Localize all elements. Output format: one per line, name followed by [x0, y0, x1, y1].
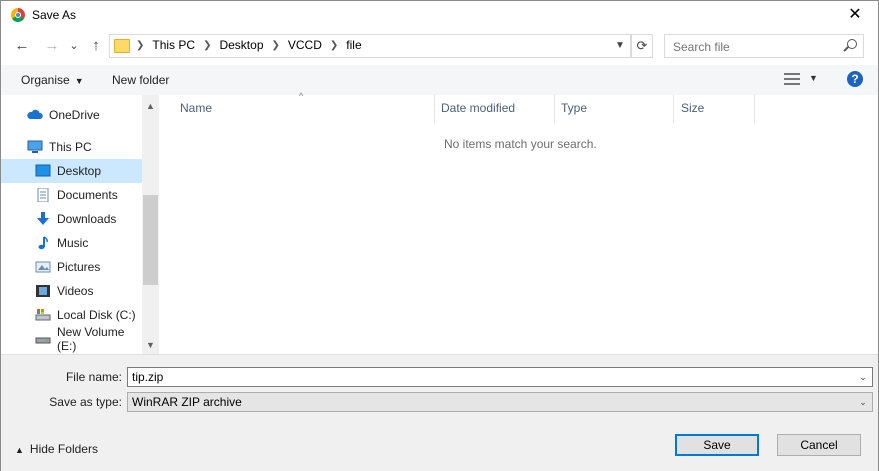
- column-header-type[interactable]: Type: [561, 101, 587, 125]
- sidebar-item-new-volume-e[interactable]: New Volume (E:): [1, 325, 142, 353]
- sidebar-item-label: Local Disk (C:): [57, 308, 136, 322]
- cancel-button[interactable]: Cancel: [777, 434, 861, 456]
- caret-down-icon[interactable]: ▼: [809, 73, 818, 83]
- music-icon: [35, 236, 51, 250]
- new-folder-button[interactable]: New folder: [112, 73, 169, 87]
- download-icon: [35, 212, 51, 226]
- column-header-name[interactable]: Name: [180, 101, 212, 125]
- chrome-icon: [11, 8, 25, 22]
- save-button[interactable]: Save: [675, 434, 759, 456]
- back-button[interactable]: ←: [13, 37, 31, 54]
- window-title: Save As: [32, 8, 77, 22]
- address-bar[interactable]: ❯ This PC ❯ Desktop ❯ VCCD ❯ file ▼: [109, 34, 631, 58]
- scroll-down-icon[interactable]: ▼: [142, 338, 159, 352]
- sidebar-item-label: OneDrive: [49, 108, 100, 122]
- local-disk-icon: [35, 308, 51, 322]
- refresh-button[interactable]: ⟳: [631, 34, 653, 58]
- help-icon[interactable]: ?: [847, 71, 863, 87]
- sidebar-item-label: This PC: [49, 140, 92, 154]
- desktop-icon: [35, 164, 51, 178]
- sidebar-item-desktop[interactable]: Desktop: [1, 159, 142, 183]
- save-as-type-label: Save as type:: [49, 395, 122, 409]
- sidebar-item-label: Videos: [57, 284, 94, 298]
- breadcrumb: ❯ This PC ❯ Desktop ❯ VCCD ❯ file: [136, 38, 362, 52]
- documents-icon: [35, 187, 51, 203]
- breadcrumb-file[interactable]: file: [346, 38, 361, 52]
- file-name-value: tip.zip: [132, 370, 164, 384]
- sidebar-item-label: Pictures: [57, 260, 101, 274]
- save-options-panel: File name: tip.zip ⌄ Save as type: WinRA…: [1, 354, 878, 471]
- hide-folders-label: Hide Folders: [29, 442, 98, 456]
- sidebar-item-label: Music: [57, 236, 89, 250]
- sidebar-item-music[interactable]: Music: [1, 231, 142, 255]
- column-divider[interactable]: [554, 95, 555, 123]
- drive-icon: [35, 332, 51, 346]
- chevron-down-icon[interactable]: ⌄: [854, 368, 872, 386]
- search-input[interactable]: [671, 38, 845, 56]
- scrollbar-thumb[interactable]: [143, 195, 158, 285]
- chevron-right-icon: ❯: [136, 39, 145, 51]
- sidebar-item-label: Desktop: [57, 164, 102, 178]
- organise-label: Organise: [21, 73, 70, 87]
- breadcrumb-this-pc[interactable]: This PC: [152, 38, 195, 52]
- caret-down-icon: ▼: [74, 76, 84, 86]
- view-options-icon[interactable]: [784, 73, 800, 85]
- sidebar-item-downloads[interactable]: Downloads: [1, 207, 142, 231]
- chevron-right-icon[interactable]: ❯: [330, 40, 338, 51]
- column-divider[interactable]: [434, 95, 435, 123]
- cloud-icon: [27, 108, 43, 122]
- sidebar-item-label: Documents: [57, 188, 118, 202]
- save-as-type-select[interactable]: WinRAR ZIP archive ⌄: [127, 392, 873, 412]
- up-button[interactable]: ↑: [87, 37, 105, 54]
- chevron-right-icon[interactable]: ❯: [272, 40, 280, 51]
- chevron-down-icon[interactable]: ⌄: [854, 393, 872, 411]
- column-header-size[interactable]: Size: [681, 101, 704, 125]
- pictures-icon: [35, 260, 51, 274]
- file-name-label: File name:: [65, 370, 122, 384]
- save-as-dialog: Save As ✕ ← → ⌄ ↑ ❯ This PC ❯ Desktop ❯ …: [0, 0, 879, 471]
- organise-button[interactable]: Organise ▼: [21, 73, 84, 87]
- column-divider[interactable]: [754, 95, 755, 123]
- computer-icon: [27, 140, 43, 154]
- videos-icon: [35, 284, 51, 298]
- hide-folders-button[interactable]: ▲ Hide Folders: [15, 442, 98, 456]
- chevron-down-icon[interactable]: ▼: [610, 35, 630, 57]
- command-bar: Organise ▼ New folder ▼ ?: [1, 65, 878, 95]
- chevron-right-icon[interactable]: ❯: [203, 40, 211, 51]
- sidebar-item-pictures[interactable]: Pictures: [1, 255, 142, 279]
- breadcrumb-vccd[interactable]: VCCD: [288, 38, 322, 52]
- sidebar-item-documents[interactable]: Documents: [1, 183, 142, 207]
- sidebar-item-videos[interactable]: Videos: [1, 279, 142, 303]
- file-list[interactable]: Name ^ Date modified Type Size No items …: [161, 91, 878, 354]
- navigation-bar: ← → ⌄ ↑ ❯ This PC ❯ Desktop ❯ VCCD ❯ fil…: [1, 31, 878, 61]
- chevron-up-icon: ▲: [15, 445, 24, 455]
- sidebar-item-onedrive[interactable]: OneDrive: [1, 103, 142, 127]
- scroll-up-icon[interactable]: ▲: [142, 99, 159, 113]
- column-divider[interactable]: [673, 95, 674, 123]
- sidebar-item-local-disk-c[interactable]: Local Disk (C:): [1, 303, 142, 327]
- sidebar-item-label: Downloads: [57, 212, 117, 226]
- title-bar: Save As ✕: [1, 1, 878, 29]
- sidebar-item-this-pc[interactable]: This PC: [1, 135, 142, 159]
- file-name-field[interactable]: tip.zip ⌄: [127, 367, 873, 387]
- search-icon[interactable]: [847, 39, 857, 49]
- recent-locations-button[interactable]: ⌄: [65, 39, 83, 52]
- navigation-scrollbar[interactable]: ▲ ▼: [142, 95, 159, 354]
- column-header-date-modified[interactable]: Date modified: [441, 101, 515, 125]
- folder-icon: [114, 39, 130, 53]
- search-box[interactable]: [664, 34, 864, 58]
- navigation-pane: OneDrive This PC Desktop Documents Downl…: [1, 95, 159, 354]
- close-button[interactable]: ✕: [832, 1, 878, 29]
- sort-ascending-icon: ^: [299, 91, 304, 101]
- breadcrumb-desktop[interactable]: Desktop: [219, 38, 263, 52]
- save-as-type-value: WinRAR ZIP archive: [132, 395, 242, 409]
- sidebar-item-label: New Volume (E:): [57, 325, 125, 353]
- empty-message: No items match your search.: [444, 137, 597, 151]
- forward-button[interactable]: →: [43, 37, 61, 54]
